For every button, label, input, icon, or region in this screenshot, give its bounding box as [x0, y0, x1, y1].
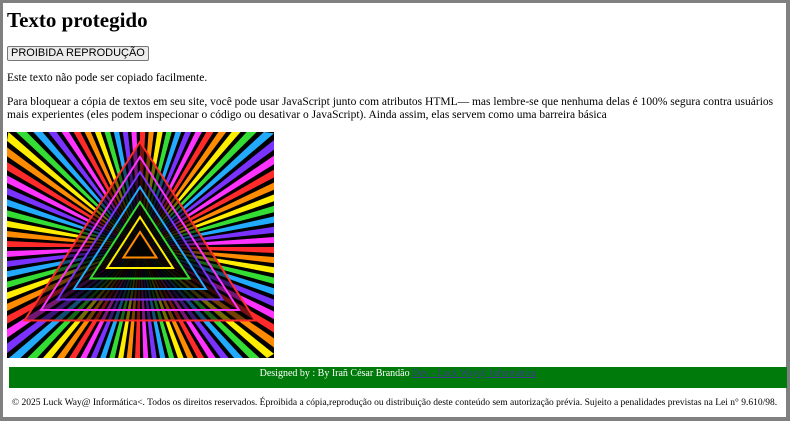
intro-text: Este texto não pode ser copiado facilmen… [7, 72, 208, 84]
footer-bar: Designed by : By Irañ César Brandão Dev … [9, 367, 787, 388]
page-title: Texto protegido [7, 8, 148, 32]
dev-link[interactable]: Dev - Luck Way@ Informática [412, 368, 536, 379]
designed-by-text: Designed by : By Irañ César Brandão [259, 368, 410, 379]
copyright-text: © 2025 Luck Way@ Informática<. Todos os … [11, 398, 778, 408]
body-text: Para bloquear a cópia de textos em seu s… [7, 96, 774, 121]
psychedelic-image [7, 132, 274, 358]
proibida-reproducao-button[interactable]: PROIBIDA REPRODUÇÃO [7, 46, 149, 61]
page: Texto protegido PROIBIDA REPRODUÇÃO Este… [3, 3, 787, 417]
